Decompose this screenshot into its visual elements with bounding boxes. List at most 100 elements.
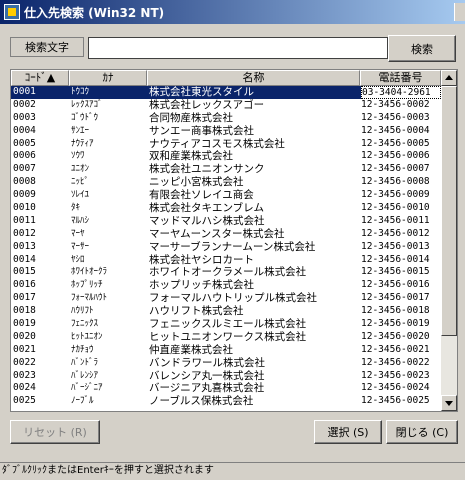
search-input[interactable]	[88, 37, 388, 59]
cell-kana: ﾔｼﾛ	[71, 254, 85, 265]
cell-code: 0001	[13, 86, 36, 97]
close-button[interactable]: 閉じる (C)	[386, 420, 458, 444]
cell-code: 0022	[13, 356, 36, 368]
cell-name: 株式会社ヤシロカート	[149, 253, 254, 266]
cell-tel: 12-3456-0024	[361, 382, 430, 394]
scroll-down-arrow-icon[interactable]	[441, 395, 457, 411]
table-row[interactable]: 0003 ｺﾞｳﾄﾞｳ 合同物産株式会社 12-3456-0003	[11, 112, 441, 125]
table-row[interactable]: 0013 ﾏｰｻｰ マーサーブランナームーン株式会社 12-3456-0013	[11, 241, 441, 254]
cell-kana: ｿﾚｲﾕ	[71, 190, 90, 201]
cell-tel: 12-3456-0009	[361, 189, 430, 201]
table-row[interactable]: 0024 ﾊﾞｰｼﾞﾆｱ バージニア丸喜株式会社 12-3456-0024	[11, 382, 441, 395]
table-row[interactable]: 0015 ﾎﾜｲﾄｵｰｸﾗ ホワイトオークラメール株式会社 12-3456-0015	[11, 266, 441, 279]
cell-kana: ﾊﾞﾚﾝｼｱ	[71, 370, 99, 381]
cell-tel: 12-3456-0005	[361, 137, 430, 149]
cell-kana: ﾉｰﾌﾞﾙ	[71, 396, 94, 407]
search-button[interactable]: 検索	[388, 35, 456, 62]
cell-tel: 12-3456-0014	[361, 253, 430, 265]
cell-tel: 12-3456-0021	[361, 343, 430, 355]
list-header: ｺｰﾄﾞ▲ ｶﾅ 名称 電話番号	[11, 70, 441, 86]
table-row[interactable]: 0009 ｿﾚｲﾕ 有限会社ソレイユ商会 12-3456-0009	[11, 189, 441, 202]
cell-code: 0017	[13, 292, 36, 304]
table-row[interactable]: 0007 ﾕﾆｵﾝ 株式会社ユニオンサンク 12-3456-0007	[11, 163, 441, 176]
table-row[interactable]: 0008 ﾆｯﾋﾟ ニッピ小宮株式会社 12-3456-0008	[11, 176, 441, 189]
cell-code: 0011	[13, 214, 36, 226]
cell-tel: 12-3456-0022	[361, 356, 430, 368]
table-row[interactable]: 0019 ﾌｪﾆｯｸｽ フェニックスルミエール株式会社 12-3456-0019	[11, 318, 441, 331]
cell-kana: ｻﾝｴｰ	[71, 125, 90, 136]
supplier-list[interactable]: ｺｰﾄﾞ▲ ｶﾅ 名称 電話番号 0001 ﾄｳｺｳ 株式会社東光スタイル 03-34…	[10, 69, 458, 412]
cell-code: 0025	[13, 395, 36, 407]
table-row[interactable]: 0017 ﾌｫｰﾏﾙﾊｳﾄ フォーマルハウトリップル株式会社 12-3456-0017	[11, 292, 441, 305]
cell-kana: ﾎｯﾌﾟﾘｯﾁ	[71, 280, 103, 291]
scroll-thumb[interactable]	[441, 86, 457, 336]
cell-name: 合同物産株式会社	[149, 111, 233, 124]
cell-tel: 03-3404-2961	[361, 86, 441, 99]
table-row[interactable]: 0011 ﾏﾙﾊｼ マッドマルハシ株式会社 12-3456-0011	[11, 215, 441, 228]
cell-name: 有限会社ソレイユ商会	[149, 189, 254, 202]
table-row[interactable]: 0023 ﾊﾞﾚﾝｼｱ バレンシア丸一株式会社 12-3456-0023	[11, 370, 441, 383]
table-row[interactable]: 0018 ﾊｳﾘﾌﾄ ハウリフト株式会社 12-3456-0018	[11, 305, 441, 318]
table-row[interactable]: 0002 ﾚｯｸｽｱｺﾞ 株式会社レックスアゴー 12-3456-0002	[11, 99, 441, 112]
cell-tel: 12-3456-0015	[361, 266, 430, 278]
table-row[interactable]: 0001 ﾄｳｺｳ 株式会社東光スタイル 03-3404-2961	[11, 86, 441, 99]
cell-name: 株式会社ユニオンサンク	[149, 163, 265, 176]
cell-code: 0024	[13, 382, 36, 394]
reset-button[interactable]: リセット (R)	[10, 420, 100, 444]
column-header-tel[interactable]: 電話番号	[360, 70, 441, 86]
cell-name: 株式会社東光スタイル	[149, 86, 254, 98]
cell-tel: 12-3456-0012	[361, 227, 430, 239]
column-header-name[interactable]: 名称	[147, 70, 360, 86]
table-row[interactable]: 0025 ﾉｰﾌﾞﾙ ノーブルス保株式会社 12-3456-0025	[11, 395, 441, 408]
status-bar: ﾀﾞﾌﾞﾙｸﾘｯｸまたはEnterｷｰを押すと選択されます	[0, 462, 465, 480]
table-row[interactable]: 0014 ﾔｼﾛ 株式会社ヤシロカート 12-3456-0014	[11, 254, 441, 267]
cell-code: 0015	[13, 266, 36, 278]
title-bar[interactable]: 仕入先検索 (Win32 NT)	[0, 0, 465, 24]
cell-kana: ﾚｯｸｽｱｺﾞ	[71, 99, 103, 110]
table-row[interactable]: 0012 ﾏｰﾔ マーヤムーンスター株式会社 12-3456-0012	[11, 228, 441, 241]
cell-code: 0018	[13, 305, 36, 317]
column-header-kana[interactable]: ｶﾅ	[69, 70, 147, 86]
cell-code: 0005	[13, 137, 36, 149]
cell-kana: ﾌｪﾆｯｸｽ	[71, 319, 99, 330]
cell-tel: 12-3456-0011	[361, 214, 430, 226]
cell-kana: ﾎﾜｲﾄｵｰｸﾗ	[71, 267, 108, 278]
titlebar-button[interactable]	[454, 3, 465, 21]
cell-code: 0003	[13, 111, 36, 123]
cell-name: 双和産業株式会社	[149, 150, 233, 163]
cell-name: バレンシア丸一株式会社	[149, 369, 265, 382]
table-row[interactable]: 0022 ﾊﾞﾝﾄﾞﾗ バンドラワール株式会社 12-3456-0022	[11, 357, 441, 370]
table-row[interactable]: 0005 ﾅｳﾃｨｱ ナウティアコスモス株式会社 12-3456-0005	[11, 138, 441, 151]
cell-tel: 12-3456-0025	[361, 395, 430, 407]
cell-tel: 12-3456-0007	[361, 163, 430, 175]
cell-name: 株式会社タキエンブレム	[149, 202, 264, 215]
cell-code: 0013	[13, 240, 36, 252]
scroll-up-arrow-icon[interactable]	[441, 70, 457, 86]
cell-code: 0002	[13, 98, 36, 110]
cell-name: ホワイトオークラメール株式会社	[149, 266, 307, 279]
table-row[interactable]: 0004 ｻﾝｴｰ サンエー商事株式会社 12-3456-0004	[11, 125, 441, 138]
vertical-scrollbar[interactable]	[441, 70, 457, 411]
column-header-code[interactable]: ｺｰﾄﾞ▲	[11, 70, 69, 86]
cell-name: バンドラワール株式会社	[149, 356, 266, 369]
cell-code: 0009	[13, 189, 36, 201]
cell-code: 0023	[13, 369, 36, 381]
cell-code: 0010	[13, 202, 36, 214]
cell-kana: ﾆｯﾋﾟ	[71, 177, 90, 188]
cell-tel: 12-3456-0004	[361, 124, 430, 136]
table-row[interactable]: 0020 ﾋｯﾄﾕﾆｵﾝ ヒットユニオンワークス株式会社 12-3456-0020	[11, 331, 441, 344]
cell-tel: 12-3456-0023	[361, 369, 430, 381]
cell-kana: ﾊﾞﾝﾄﾞﾗ	[71, 357, 99, 368]
cell-name: サンエー商事株式会社	[149, 124, 254, 137]
table-row[interactable]: 0006 ｿｳﾜ 双和産業株式会社 12-3456-0006	[11, 150, 441, 163]
table-row[interactable]: 0021 ﾅｶﾁｮｳ 仲直産業株式会社 12-3456-0021	[11, 344, 441, 357]
select-button[interactable]: 選択 (S)	[314, 420, 382, 444]
cell-tel: 12-3456-0016	[361, 279, 430, 291]
cell-tel: 12-3456-0017	[361, 292, 430, 304]
cell-kana: ﾋｯﾄﾕﾆｵﾝ	[71, 331, 103, 342]
table-row[interactable]: 0016 ﾎｯﾌﾟﾘｯﾁ ホップリッチ株式会社 12-3456-0016	[11, 279, 441, 292]
table-row[interactable]: 0010 ﾀｷ 株式会社タキエンブレム 12-3456-0010	[11, 202, 441, 215]
cell-kana: ﾏｰｻｰ	[71, 241, 90, 252]
cell-tel: 12-3456-0019	[361, 318, 430, 330]
cell-tel: 12-3456-0008	[361, 176, 430, 188]
